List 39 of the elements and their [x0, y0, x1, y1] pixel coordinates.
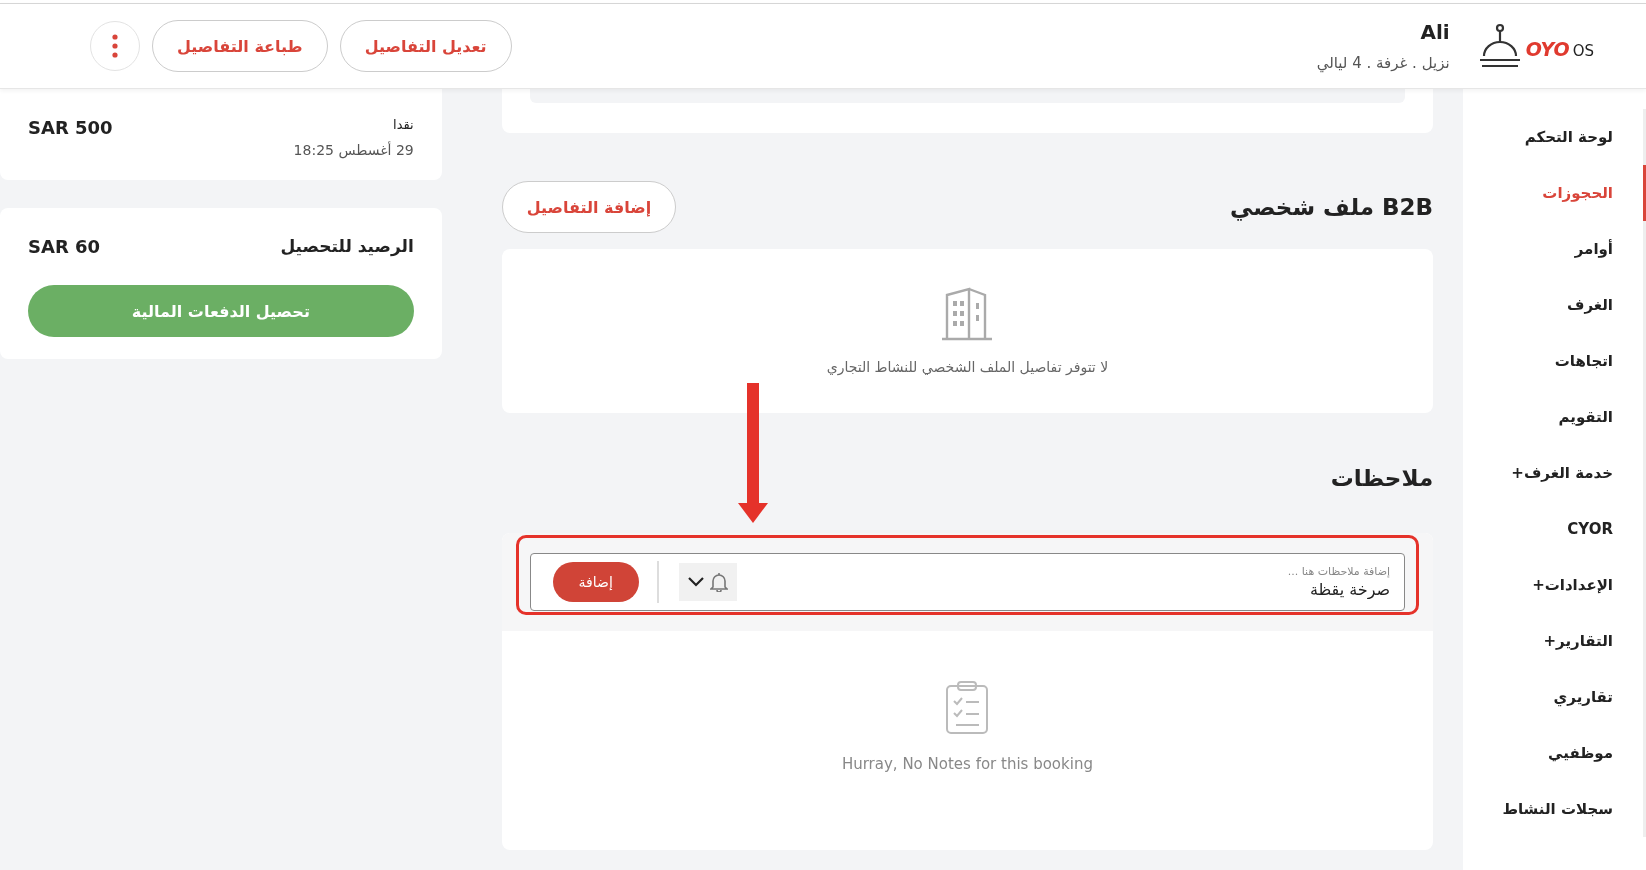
sidebar-item[interactable]: لوحة التحكم	[1463, 109, 1646, 165]
sidebar-item[interactable]: التقارير+	[1463, 613, 1646, 669]
balance-label: الرصيد للتحصيل	[280, 236, 414, 256]
sidebar-item[interactable]: الإعدادات+	[1463, 557, 1646, 613]
balance-amount: SAR 60	[28, 236, 101, 257]
section-title: B2B ملف شخصي	[1229, 194, 1434, 220]
sidebar-item[interactable]: اتجاهات	[1463, 333, 1646, 389]
sidebar-item[interactable]: سجلات النشاط	[1463, 781, 1646, 837]
note-input-field[interactable]: إضافة ملاحظات هنا ... صرخة يقظة إضافة	[529, 553, 1406, 611]
details-button[interactable]: طباعة التفاصيل	[152, 20, 328, 72]
building-icon	[941, 287, 994, 341]
sidebar-item[interactable]: الحجوزات	[1463, 165, 1646, 221]
bell-icon	[709, 572, 728, 592]
payment-date: 29 أغسطس 18:25	[293, 142, 414, 158]
floating-label: إضافة ملاحظات هنا ...	[1286, 565, 1391, 578]
section-title: ملاحظات	[1330, 465, 1434, 491]
chevron-down-icon	[687, 577, 704, 587]
more-button[interactable]	[90, 21, 140, 71]
sidebar-item[interactable]: الغرف	[1463, 277, 1646, 333]
logo-suffix: OS	[1572, 42, 1594, 60]
sidebar-item[interactable]: تقاريري	[1463, 669, 1646, 725]
stay-summary: نزيل . غرفة . 4 ليالي	[1316, 54, 1450, 72]
sidebar-item[interactable]: خدمة الغرف+	[1463, 445, 1646, 501]
reminder-dropdown[interactable]	[678, 563, 737, 601]
payment-amount: SAR 500	[28, 117, 113, 138]
add-note-button[interactable]: إضافة	[552, 562, 639, 602]
logo-mark: OYO	[1525, 38, 1570, 60]
sidebar-item[interactable]: موظفيي	[1463, 725, 1646, 781]
more-icon	[112, 34, 118, 58]
add-details-button[interactable]: إضافة التفاصيل	[501, 181, 677, 233]
sidebar-item[interactable]: أوامر	[1463, 221, 1646, 277]
empty-message: Hurray, No Notes for this booking	[841, 754, 1093, 773]
sidebar-item[interactable]: التقويم	[1463, 389, 1646, 445]
guest-name: Ali	[1419, 20, 1450, 44]
details-button[interactable]: تعديل التفاصيل	[339, 20, 512, 72]
empty-message: لا تتوفر تفاصيل الملف الشخصي للنشاط التجاري	[826, 359, 1109, 375]
sidebar-item[interactable]: CYOR	[1463, 501, 1646, 557]
payment-method: نقدا	[392, 117, 414, 132]
clipboard-icon	[945, 680, 990, 735]
